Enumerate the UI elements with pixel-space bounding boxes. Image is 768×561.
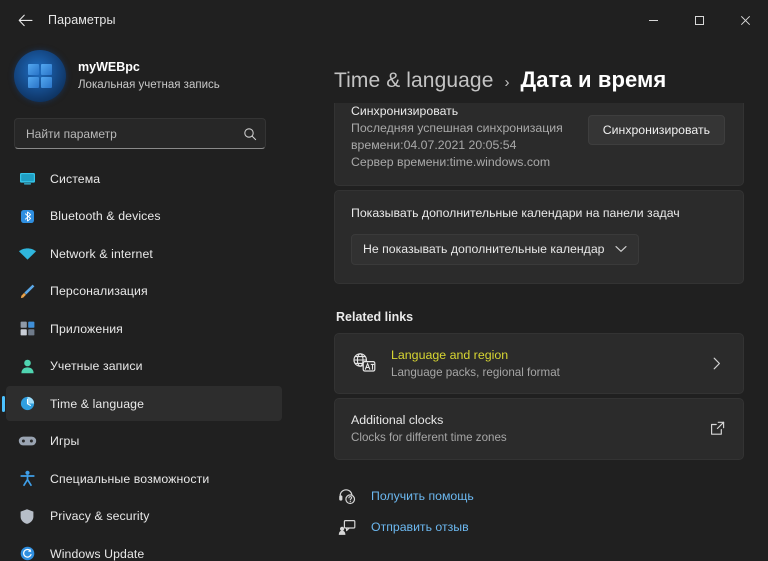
sidebar-item-personalization[interactable]: Персонализация [6, 274, 282, 309]
wifi-icon [16, 244, 38, 264]
sidebar-item-label: Bluetooth & devices [50, 209, 161, 223]
profile-name: myWEBpc [78, 60, 140, 74]
accessibility-icon [16, 469, 38, 489]
link-subtitle: Clocks for different time zones [351, 430, 507, 444]
bluetooth-icon [16, 206, 38, 226]
sidebar-item-label: Privacy & security [50, 509, 150, 523]
link-card-additional-clocks[interactable]: Additional clocks Clocks for different t… [334, 398, 744, 460]
sidebar-item-label: Персонализация [50, 284, 148, 298]
sidebar-item-system[interactable]: Система [6, 161, 282, 196]
windows-logo-icon [28, 64, 52, 88]
user-profile[interactable]: myWEBpc Локальная учетная запись [0, 40, 290, 116]
minimize-button[interactable] [630, 0, 676, 40]
profile-text: myWEBpc Локальная учетная запись [78, 60, 220, 92]
sidebar-item-label: Time & language [50, 396, 145, 411]
sync-title: Синхронизировать [351, 104, 459, 118]
language-icon [351, 352, 377, 375]
sidebar-item-label: Специальные возможности [50, 471, 210, 486]
clock-icon [16, 394, 38, 414]
apps-icon [16, 319, 38, 339]
person-icon [16, 356, 38, 376]
chevron-right-icon [707, 357, 727, 370]
window-controls [630, 0, 768, 40]
footer-links: Получить помощь Отправить отзыв [334, 464, 744, 560]
breadcrumb-parent[interactable]: Time & language [334, 69, 493, 93]
sidebar-item-label: Network & internet [50, 246, 153, 261]
gamepad-icon [16, 431, 38, 451]
minimize-icon [648, 19, 658, 21]
sidebar-item-label: Windows Update [50, 546, 145, 561]
link-card-language-and-region[interactable]: Language and region Language packs, regi… [334, 332, 744, 395]
update-icon [16, 544, 38, 561]
link-subtitle: Language packs, regional format [391, 365, 560, 379]
shield-icon [16, 506, 38, 526]
link-texts: Additional clocks Clocks for different t… [351, 412, 707, 445]
sync-last-sync-line2: времени:04.07.2021 20:05:54 [351, 137, 517, 152]
paintbrush-icon [16, 281, 38, 301]
settings-scroll-area[interactable]: Синхронизировать Последняя успешная синх… [334, 103, 760, 561]
send-feedback-link[interactable]: Отправить отзыв [336, 519, 469, 536]
main-content: Time & language › Дата и время Синхрониз… [290, 40, 768, 561]
sidebar-item-label: Игры [50, 434, 80, 448]
sync-card: Синхронизировать Последняя успешная синх… [334, 103, 744, 186]
avatar [14, 50, 66, 102]
search-icon [244, 127, 257, 140]
additional-calendars-dropdown[interactable]: Не показывать дополнительные календар [351, 233, 639, 265]
send-feedback-label: Отправить отзыв [371, 520, 469, 535]
related-links-heading: Related links [336, 309, 414, 324]
breadcrumb: Time & language › Дата и время [334, 40, 760, 103]
settings-window: Параметры myWEBpc Локальная учетная запи… [0, 0, 768, 561]
sidebar-item-accounts[interactable]: Учетные записи [6, 349, 282, 384]
link-title: Language and region [391, 347, 509, 362]
additional-calendars-label: Показывать дополнительные календари на п… [351, 205, 680, 220]
sync-server-line: Сервер времени:time.windows.com [351, 154, 551, 169]
sidebar-item-gaming[interactable]: Игры [6, 424, 282, 459]
sidebar-item-label: Приложения [50, 321, 123, 336]
page-title: Дата и время [520, 67, 667, 92]
search-box[interactable] [14, 118, 266, 149]
sidebar-item-label: Система [50, 171, 101, 186]
help-icon [336, 488, 358, 505]
sync-now-button[interactable]: Синхронизировать [587, 115, 725, 145]
arrow-left-icon [18, 14, 33, 26]
sidebar-item-accessibility[interactable]: Специальные возможности [6, 461, 282, 496]
search-input[interactable] [26, 126, 243, 141]
sync-texts: Синхронизировать Последняя успешная синх… [351, 103, 588, 171]
link-texts: Language and region Language packs, regi… [391, 347, 707, 380]
sidebar-nav: Система Bluetooth & devices Network & in… [0, 161, 290, 561]
app-title: Параметры [48, 13, 116, 27]
close-button[interactable] [722, 0, 768, 40]
maximize-button[interactable] [676, 0, 722, 40]
back-button[interactable] [8, 5, 42, 35]
title-bar: Параметры [0, 0, 768, 40]
sidebar-item-bluetooth-devices[interactable]: Bluetooth & devices [6, 199, 282, 234]
sync-last-sync-line1: Последняя успешная синхронизация [351, 120, 563, 135]
external-link-icon [707, 421, 727, 436]
maximize-icon [694, 15, 704, 25]
link-title: Additional clocks [351, 413, 444, 428]
additional-calendars-card: Показывать дополнительные календари на п… [334, 189, 744, 284]
chevron-down-icon [615, 246, 627, 253]
sidebar-item-time-language[interactable]: Time & language [6, 386, 282, 421]
sidebar: myWEBpc Локальная учетная запись Найти п… [0, 40, 290, 561]
monitor-icon [16, 169, 38, 189]
sidebar-item-label: Учетные записи [50, 359, 143, 373]
profile-account-type: Локальная учетная запись [78, 78, 220, 91]
get-help-label: Получить помощь [371, 489, 474, 504]
close-icon [740, 15, 750, 25]
sidebar-item-privacy-security[interactable]: Privacy & security [6, 499, 282, 534]
get-help-link[interactable]: Получить помощь [336, 488, 474, 505]
dropdown-selected-value: Не показывать дополнительные календар [363, 242, 605, 257]
sidebar-item-windows-update[interactable]: Windows Update [6, 536, 282, 561]
sidebar-item-apps[interactable]: Приложения [6, 311, 282, 346]
chevron-right-icon: › [504, 74, 510, 91]
feedback-icon [336, 519, 358, 536]
window-body: myWEBpc Локальная учетная запись Найти п… [0, 40, 768, 561]
sidebar-item-network-internet[interactable]: Network & internet [6, 236, 282, 271]
